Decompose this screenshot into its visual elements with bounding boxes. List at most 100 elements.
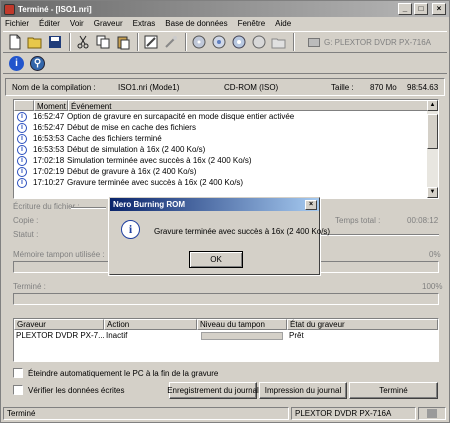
- status-progress-icon: [418, 407, 446, 420]
- secondary-toolbar: i ⚲: [3, 54, 447, 74]
- recorder-buffer-bar: [201, 332, 283, 340]
- new-icon[interactable]: [6, 33, 24, 51]
- recorder-state: Prêt: [289, 331, 304, 340]
- copy-disc-icon[interactable]: [210, 33, 228, 51]
- info-icon: i: [17, 177, 27, 188]
- auto-shutdown-label: Éteindre automatiquement le PC à la fin …: [28, 368, 219, 378]
- search-icon[interactable]: ⚲: [30, 56, 45, 71]
- status-drive: PLEXTOR DVDR PX-716A: [291, 407, 416, 420]
- total-time-label: Temps total :: [335, 216, 381, 225]
- minimize-button[interactable]: _: [398, 3, 412, 15]
- info-icon: i: [17, 155, 27, 166]
- status-label: Statut :: [13, 230, 39, 239]
- duration-value: 98:54.63: [407, 82, 439, 92]
- menu-fenetre[interactable]: Fenêtre: [238, 19, 266, 28]
- dialog-close-button[interactable]: ×: [305, 199, 317, 210]
- log-row[interactable]: i 16:53:53 Cache des fichiers terminé: [14, 133, 438, 144]
- verify-data-label: Vérifier les données écrites: [28, 385, 125, 395]
- menu-extras[interactable]: Extras: [133, 19, 156, 28]
- dialog-title-bar: Nero Burning ROM ×: [110, 198, 319, 211]
- col-action[interactable]: Action: [104, 319, 197, 330]
- window-title: Terminé - [ISO1.nri]: [18, 4, 92, 14]
- main-window: Terminé - [ISO1.nri] _ □ × Fichier Édite…: [0, 0, 450, 423]
- log-col-icon: [14, 100, 34, 111]
- log-row[interactable]: i 16:53:53 Début de simulation à 16x (2 40…: [14, 144, 438, 155]
- log-row[interactable]: i 17:02:18 Simulation terminée avec succès…: [14, 155, 438, 166]
- buffer-percent: 0%: [429, 250, 441, 259]
- col-buffer[interactable]: Niveau du tampon: [197, 319, 287, 330]
- close-button[interactable]: ×: [432, 3, 446, 15]
- info-icon: i: [121, 220, 140, 239]
- cut-icon[interactable]: [74, 33, 92, 51]
- scroll-thumb[interactable]: [427, 114, 438, 149]
- col-state[interactable]: État du graveur: [287, 319, 438, 330]
- wizard-icon[interactable]: [162, 33, 180, 51]
- burn-disc-icon[interactable]: [190, 33, 208, 51]
- copy-icon[interactable]: [94, 33, 112, 51]
- save-icon[interactable]: [46, 33, 64, 51]
- writing-file-label: Écriture du fichier :: [13, 202, 80, 211]
- log-row[interactable]: i 17:02:19 Début de gravure à 16x (2 400 K…: [14, 166, 438, 177]
- info-icon: i: [17, 133, 27, 144]
- menu-voir[interactable]: Voir: [70, 19, 84, 28]
- log-row[interactable]: i 17:10:27 Gravure terminée avec succès à …: [14, 177, 438, 188]
- disc-info-icon[interactable]: [230, 33, 248, 51]
- copy-label: Copie :: [13, 216, 39, 225]
- save-log-button[interactable]: Enregistrement du journal: [167, 382, 259, 399]
- title-bar: Terminé - [ISO1.nri] _ □ ×: [1, 1, 449, 17]
- dialog-title: Nero Burning ROM: [113, 200, 185, 209]
- dialog-ok-button[interactable]: OK: [189, 251, 243, 268]
- nero-app-icon: [4, 3, 15, 15]
- drive-selector[interactable]: G: PLEXTOR DVDR PX-716A: [308, 34, 433, 51]
- log-col-event[interactable]: Événement: [68, 100, 429, 111]
- recorder-name: PLEXTOR DVDR PX-7...: [16, 331, 105, 340]
- compilation-name-label: Nom de la compilation :: [12, 82, 96, 92]
- paste-icon[interactable]: [114, 33, 132, 51]
- buffer-label: Mémoire tampon utilisée :: [13, 250, 105, 259]
- total-time-value: 00:08:12: [407, 216, 439, 225]
- log-row[interactable]: i 16:52:47 Option de gravure en surcapacit…: [14, 111, 438, 122]
- menu-editer[interactable]: Éditer: [39, 19, 60, 28]
- log-row[interactable]: i 16:52:47 Début de mise en cache des fich…: [14, 122, 438, 133]
- main-toolbar: G: PLEXTOR DVDR PX-716A: [3, 31, 447, 53]
- maximize-button[interactable]: □: [414, 3, 428, 15]
- edit-properties-icon[interactable]: [142, 33, 160, 51]
- col-recorder[interactable]: Graveur: [14, 319, 104, 330]
- scroll-down-icon[interactable]: ▼: [427, 187, 438, 198]
- menu-base-de-donnees[interactable]: Base de données: [165, 19, 227, 28]
- done-button[interactable]: Terminé: [349, 382, 438, 399]
- verify-data-checkbox[interactable]: Vérifier les données écrites: [13, 385, 125, 395]
- recorder-table[interactable]: Graveur Action Niveau du tampon État du …: [13, 318, 439, 362]
- menu-graveur[interactable]: Graveur: [94, 19, 123, 28]
- recorder-table-header: Graveur Action Niveau du tampon État du …: [14, 319, 438, 330]
- log-col-time[interactable]: Moment: [34, 100, 68, 111]
- recorder-action: Inactif: [106, 331, 128, 340]
- compilation-type: CD-ROM (ISO): [224, 82, 279, 92]
- total-progress-bar: [13, 293, 439, 305]
- scroll-up-icon[interactable]: ▲: [427, 100, 438, 111]
- open-folder-icon[interactable]: [26, 33, 44, 51]
- log-header: Moment Événement: [14, 100, 438, 111]
- size-label: Taille :: [331, 82, 354, 92]
- compilation-info-bar: Nom de la compilation : ISO1.nri (Mode1)…: [5, 78, 445, 96]
- browse-folder-icon[interactable]: [270, 33, 288, 51]
- compilation-name-value: ISO1.nri (Mode1): [118, 82, 180, 92]
- drive-selector-label: G: PLEXTOR DVDR PX-716A: [324, 37, 431, 47]
- menu-aide[interactable]: Aide: [275, 19, 291, 28]
- event-log[interactable]: Moment Événement i 16:52:47 Option de grav…: [13, 99, 439, 199]
- info-icon: i: [17, 166, 27, 177]
- done-label: Terminé :: [13, 282, 46, 291]
- menu-bar: Fichier Éditer Voir Graveur Extras Base …: [1, 17, 449, 30]
- eject-icon[interactable]: [250, 33, 268, 51]
- recorder-row[interactable]: PLEXTOR DVDR PX-7... Inactif Prêt: [14, 330, 438, 341]
- info-icon[interactable]: i: [9, 56, 24, 71]
- info-icon: i: [17, 111, 27, 122]
- dialog-message: Gravure terminée avec succès à 16x (2 40…: [154, 227, 331, 236]
- menu-fichier[interactable]: Fichier: [5, 19, 29, 28]
- print-log-button[interactable]: Impression du journal: [259, 382, 347, 399]
- status-bar: Terminé PLEXTOR DVDR PX-716A: [3, 406, 447, 421]
- info-icon: i: [17, 122, 27, 133]
- log-scrollbar[interactable]: ▲ ▼: [427, 100, 438, 198]
- auto-shutdown-checkbox[interactable]: Éteindre automatiquement le PC à la fin …: [13, 368, 218, 378]
- size-value: 870 Mo: [370, 82, 397, 92]
